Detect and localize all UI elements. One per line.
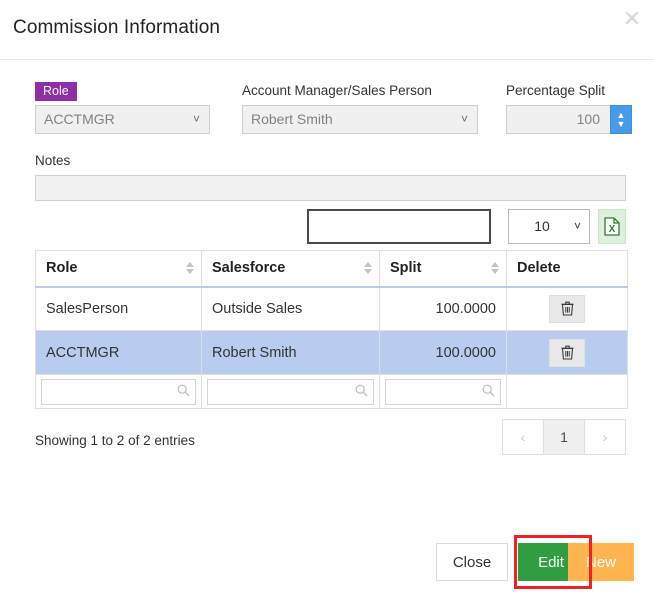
- excel-icon: X: [604, 217, 620, 236]
- pagination-page-1[interactable]: 1: [543, 419, 585, 455]
- delete-button[interactable]: [549, 294, 585, 323]
- chevron-down-icon[interactable]: ▼: [617, 119, 626, 129]
- chevron-down-icon: ˅: [460, 112, 468, 126]
- cell-delete: [506, 286, 628, 331]
- table-toolbar: 10 ˅ X: [0, 206, 654, 250]
- role-select[interactable]: ACCTMGR ˅: [35, 105, 210, 134]
- cell-salesforce[interactable]: Robert Smith: [201, 330, 380, 375]
- filter-input-split[interactable]: [385, 378, 501, 405]
- column-header-delete-label: Delete: [517, 260, 561, 277]
- page-length-value: 10: [534, 218, 550, 234]
- modal-body: Role ACCTMGR ˅ Account Manager/Sales Per…: [0, 82, 654, 477]
- magnifier-icon: [177, 384, 190, 397]
- percentage-split-input[interactable]: 100: [506, 105, 611, 134]
- trash-icon: [561, 301, 573, 316]
- magnifier-icon: [482, 384, 495, 397]
- column-header-split-label: Split: [390, 260, 422, 277]
- sort-icon[interactable]: [491, 262, 499, 275]
- account-manager-select-value: Robert Smith: [251, 111, 333, 127]
- chevron-down-icon: ˅: [573, 219, 581, 233]
- column-header-delete: Delete: [506, 250, 628, 288]
- account-manager-select[interactable]: Robert Smith ˅: [242, 105, 478, 134]
- column-header-split[interactable]: Split: [379, 250, 507, 288]
- field-percentage-split: Percentage Split 100 ▲ ▼: [506, 82, 632, 134]
- table-row[interactable]: SalesPerson Outside Sales 100.0000: [35, 286, 628, 331]
- modal-header: Commission Information ✕: [0, 0, 654, 60]
- cell-role[interactable]: ACCTMGR: [35, 330, 202, 375]
- filter-input-salesforce[interactable]: [207, 378, 374, 405]
- form-row: Role ACCTMGR ˅ Account Manager/Sales Per…: [0, 82, 654, 144]
- cell-split[interactable]: 100.0000: [379, 286, 507, 331]
- table-header-row: Role Salesforce Split Delete: [35, 250, 628, 288]
- excel-export-button[interactable]: X: [598, 209, 626, 244]
- percentage-split-label: Percentage Split: [506, 83, 606, 98]
- data-table-wrapper: Role Salesforce Split Delete SalesPerson…: [0, 250, 654, 409]
- trash-icon: [561, 345, 573, 360]
- svg-text:X: X: [609, 224, 616, 235]
- notes-label: Notes: [35, 153, 71, 168]
- filter-cell-split: [379, 374, 507, 409]
- column-header-salesforce-label: Salesforce: [212, 260, 286, 277]
- table-row[interactable]: ACCTMGR Robert Smith 100.0000: [35, 330, 628, 375]
- filter-cell-role: [35, 374, 202, 409]
- commission-table: Role Salesforce Split Delete SalesPerson…: [35, 250, 628, 409]
- delete-button[interactable]: [549, 338, 585, 367]
- modal-footer: Close Edit New: [0, 535, 654, 589]
- notes-row: Notes: [0, 152, 654, 201]
- notes-input[interactable]: [35, 175, 626, 201]
- page-title: Commission Information: [13, 17, 221, 38]
- new-button[interactable]: New: [568, 543, 634, 581]
- search-input[interactable]: [307, 209, 491, 244]
- pagination-next[interactable]: ›: [584, 419, 626, 455]
- role-select-value: ACCTMGR: [44, 111, 115, 127]
- close-button[interactable]: Close: [436, 543, 508, 581]
- filter-cell-delete: [506, 374, 628, 409]
- cell-role[interactable]: SalesPerson: [35, 286, 202, 331]
- commission-information-modal: Commission Information ✕ Role ACCTMGR ˅ …: [0, 0, 654, 601]
- pagination-prev[interactable]: ‹: [502, 419, 544, 455]
- percentage-split-value: 100: [576, 111, 600, 127]
- field-role: Role ACCTMGR ˅: [35, 82, 210, 134]
- magnifier-icon: [355, 384, 368, 397]
- field-account-manager: Account Manager/Sales Person Robert Smit…: [242, 82, 478, 134]
- spinner-buttons[interactable]: ▲ ▼: [610, 105, 632, 134]
- page-length-select[interactable]: 10 ˅: [508, 209, 590, 244]
- column-header-role[interactable]: Role: [35, 250, 202, 288]
- column-header-role-label: Role: [46, 260, 78, 277]
- column-header-salesforce[interactable]: Salesforce: [201, 250, 380, 288]
- cell-split[interactable]: 100.0000: [379, 330, 507, 375]
- close-icon[interactable]: ✕: [619, 6, 645, 32]
- percentage-split-stepper: 100 ▲ ▼: [506, 105, 632, 134]
- table-filter-row: [35, 374, 628, 409]
- account-manager-label: Account Manager/Sales Person: [242, 83, 432, 98]
- cell-salesforce[interactable]: Outside Sales: [201, 286, 380, 331]
- sort-icon[interactable]: [364, 262, 372, 275]
- filter-cell-salesforce: [201, 374, 380, 409]
- chevron-down-icon: ˅: [192, 112, 200, 126]
- filter-input-role[interactable]: [41, 378, 196, 405]
- table-footer: Showing 1 to 2 of 2 entries ‹ 1 ›: [0, 419, 654, 477]
- cell-delete: [506, 330, 628, 375]
- pagination: ‹ 1 ›: [502, 419, 626, 455]
- role-label: Role: [35, 82, 77, 101]
- showing-entries-text: Showing 1 to 2 of 2 entries: [35, 433, 195, 448]
- sort-icon[interactable]: [186, 262, 194, 275]
